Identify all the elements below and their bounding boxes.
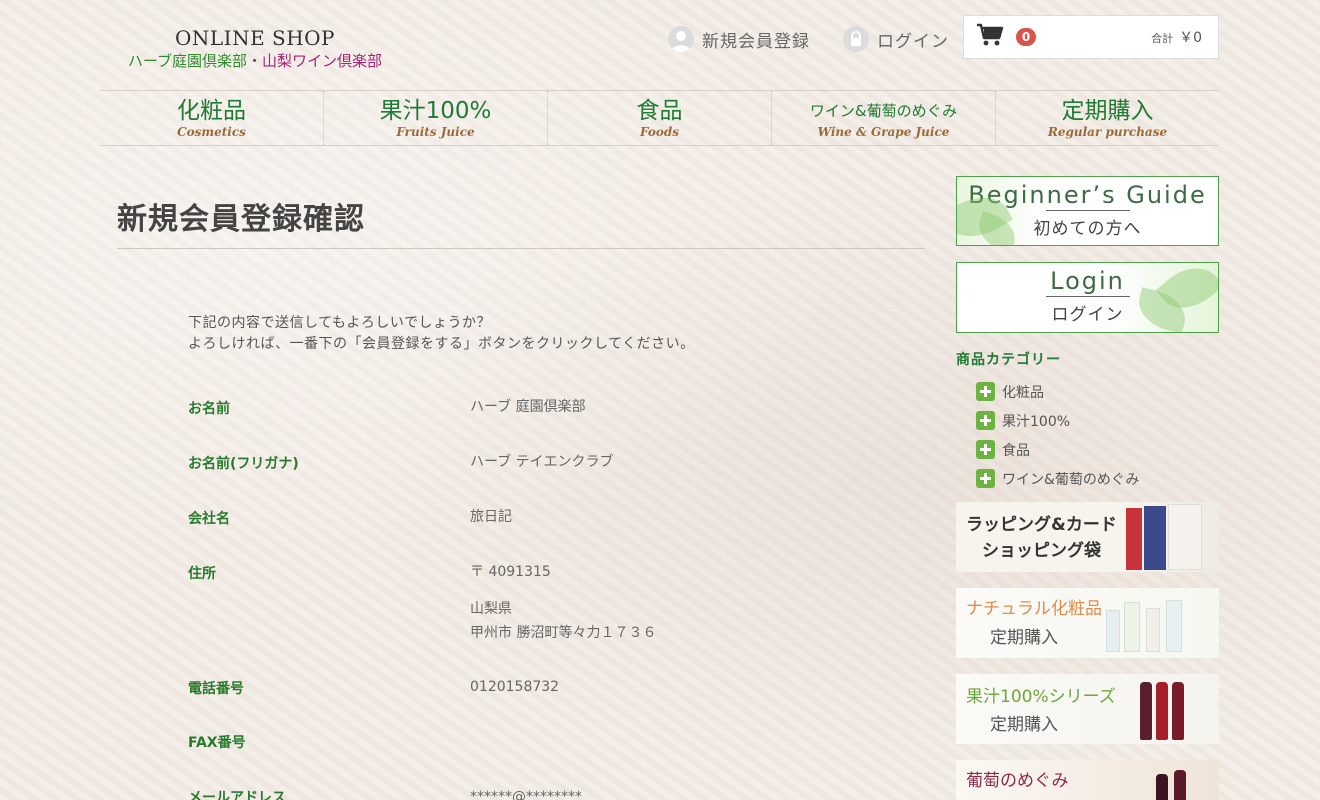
grape-banner-line-1: 葡萄のめぐみ bbox=[966, 771, 1069, 791]
juice-series-banner[interactable]: 果汁100%シリーズ 定期購入 bbox=[956, 674, 1219, 744]
cart-total-value: ￥0 bbox=[1179, 30, 1202, 46]
field-value: ハーブ テイエンクラブ bbox=[470, 454, 614, 470]
intro-line-1: 下記の内容で送信してもよろしいでしょうか？ bbox=[188, 315, 491, 331]
category-item-foods[interactable]: 食品 bbox=[976, 435, 1139, 464]
cosmetic-bottle-image bbox=[1146, 608, 1160, 652]
nav-sublabel: Fruits Juice bbox=[396, 125, 475, 139]
field-value: ハーブ 庭園倶楽部 bbox=[470, 399, 586, 415]
grape-blessing-banner[interactable]: 葡萄のめぐみ bbox=[956, 760, 1219, 800]
cart-icon bbox=[976, 23, 1004, 51]
nav-regular-purchase[interactable]: 定期購入 Regular purchase bbox=[996, 91, 1219, 145]
nav-cosmetics[interactable]: 化粧品 Cosmetics bbox=[100, 91, 324, 145]
cart-count-badge: 0 bbox=[1016, 28, 1036, 46]
natural-cosmetics-banner[interactable]: ナチュラル化粧品 定期購入 bbox=[956, 588, 1219, 658]
plus-icon bbox=[976, 469, 995, 488]
category-label: 果汁100% bbox=[1002, 413, 1071, 430]
plus-icon bbox=[976, 440, 995, 459]
nav-foods[interactable]: 食品 Foods bbox=[548, 91, 772, 145]
juice-banner-line-1: 果汁100%シリーズ bbox=[966, 687, 1116, 707]
natural-banner-line-1: ナチュラル化粧品 bbox=[966, 599, 1102, 619]
user-icon bbox=[668, 26, 694, 52]
shop-title: ONLINE SHOP bbox=[174, 26, 336, 50]
nav-label: ワイン&葡萄のめぐみ bbox=[809, 102, 958, 120]
nav-label: 果汁100% bbox=[379, 98, 492, 124]
cosmetic-bottle-image bbox=[1166, 600, 1182, 652]
plus-icon bbox=[976, 382, 995, 401]
nav-sublabel: Wine & Grape Juice bbox=[817, 125, 950, 139]
category-item-cosmetics[interactable]: 化粧品 bbox=[976, 377, 1139, 406]
login-banner[interactable]: Login ログイン bbox=[956, 262, 1219, 333]
lock-icon bbox=[843, 26, 869, 52]
herb-club-name: ハーブ庭園倶楽部 bbox=[127, 52, 248, 70]
field-label: お名前 bbox=[188, 401, 230, 417]
juice-banner-line-2: 定期購入 bbox=[990, 715, 1058, 735]
subtitle-separator: ・ bbox=[247, 52, 263, 70]
cart-total-label: 合計 bbox=[1151, 32, 1174, 45]
intro-line-2: よろしければ、一番下の「会員登録をする」ボタンをクリックしてください。 bbox=[188, 336, 695, 352]
beginners-guide-banner[interactable]: Beginner’s Guide 初めての方へ bbox=[956, 176, 1219, 246]
intro-text: 下記の内容で送信してもよろしいでしょうか？ よろしければ、一番下の「会員登録をす… bbox=[188, 313, 695, 355]
category-heading: 商品カテゴリー bbox=[956, 352, 1061, 368]
cosmetic-bottle-image bbox=[1106, 610, 1120, 652]
main-nav: 化粧品 Cosmetics 果汁100% Fruits Juice 食品 Foo… bbox=[100, 90, 1219, 146]
wine-bottle-image bbox=[1174, 770, 1186, 800]
nav-sublabel: Cosmetics bbox=[177, 125, 246, 139]
register-link[interactable]: 新規会員登録 bbox=[668, 26, 810, 52]
page-title: 新規会員登録確認 bbox=[117, 202, 365, 237]
shop-subtitle: ハーブ庭園倶楽部・山梨ワイン倶楽部 bbox=[110, 50, 400, 71]
plus-icon bbox=[976, 411, 995, 430]
nav-label: 化粧品 bbox=[177, 98, 246, 124]
category-label: 化粧品 bbox=[1002, 384, 1044, 401]
field-label: 電話番号 bbox=[188, 681, 244, 697]
wrapping-banner-line-1: ラッピング&カード bbox=[966, 515, 1117, 535]
wine-club-name: 山梨ワイン倶楽部 bbox=[262, 52, 383, 70]
field-value: 0120158732 bbox=[470, 679, 560, 695]
category-label: ワイン&葡萄のめぐみ bbox=[1002, 471, 1140, 488]
juice-bottle-image bbox=[1156, 682, 1168, 740]
wine-bottle-image bbox=[1156, 774, 1168, 800]
postal-code-value: 〒 4091315 bbox=[470, 564, 551, 580]
category-item-juice[interactable]: 果汁100% bbox=[976, 406, 1139, 435]
wrapping-banner[interactable]: ラッピング&カード ショッピング袋 bbox=[956, 502, 1219, 572]
field-label: メールアドレス bbox=[188, 790, 286, 800]
cart-total: 合計 ￥0 bbox=[1151, 27, 1202, 47]
category-list: 化粧品 果汁100% 食品 ワイン&葡萄のめぐみ bbox=[976, 377, 1139, 493]
login-link[interactable]: ログイン bbox=[843, 26, 949, 52]
nav-label: 定期購入 bbox=[1061, 98, 1154, 124]
city-address-value: 甲州市 勝沼町等々力１７３６ bbox=[470, 625, 657, 641]
nav-sublabel: Foods bbox=[639, 125, 680, 139]
gift-box-image bbox=[1126, 508, 1142, 570]
cosmetic-bottle-image bbox=[1124, 602, 1140, 652]
gift-box-image bbox=[1144, 506, 1166, 570]
prefecture-value: 山梨県 bbox=[470, 601, 512, 617]
banner-divider bbox=[1045, 296, 1130, 297]
field-label: 住所 bbox=[188, 566, 216, 582]
login-label: ログイン bbox=[877, 31, 949, 52]
nav-label: 食品 bbox=[636, 98, 683, 124]
nav-fruit-juice[interactable]: 果汁100% Fruits Juice bbox=[324, 91, 548, 145]
nav-wine-grape[interactable]: ワイン&葡萄のめぐみ Wine & Grape Juice bbox=[772, 91, 996, 145]
nav-sublabel: Regular purchase bbox=[1047, 125, 1168, 139]
natural-banner-line-2: 定期購入 bbox=[990, 628, 1058, 648]
category-label: 食品 bbox=[1002, 442, 1030, 459]
field-label: 会社名 bbox=[188, 511, 230, 527]
register-label: 新規会員登録 bbox=[702, 31, 810, 52]
category-item-wine[interactable]: ワイン&葡萄のめぐみ bbox=[976, 464, 1139, 493]
cart-summary[interactable]: 0 合計 ￥0 bbox=[963, 15, 1219, 59]
banner-divider bbox=[1045, 210, 1130, 211]
juice-bottle-image bbox=[1140, 682, 1152, 740]
field-value: 旅日記 bbox=[470, 509, 512, 525]
gift-box-image bbox=[1168, 504, 1202, 570]
juice-bottle-image bbox=[1172, 682, 1184, 740]
title-divider bbox=[117, 248, 925, 249]
wrapping-banner-line-2: ショッピング袋 bbox=[982, 541, 1101, 561]
field-label: お名前(フリガナ) bbox=[188, 456, 299, 472]
shop-logo[interactable]: ONLINE SHOP ハーブ庭園倶楽部・山梨ワイン倶楽部 bbox=[110, 26, 400, 71]
field-label: FAX番号 bbox=[188, 735, 246, 751]
field-value: ******@******** bbox=[470, 789, 582, 800]
